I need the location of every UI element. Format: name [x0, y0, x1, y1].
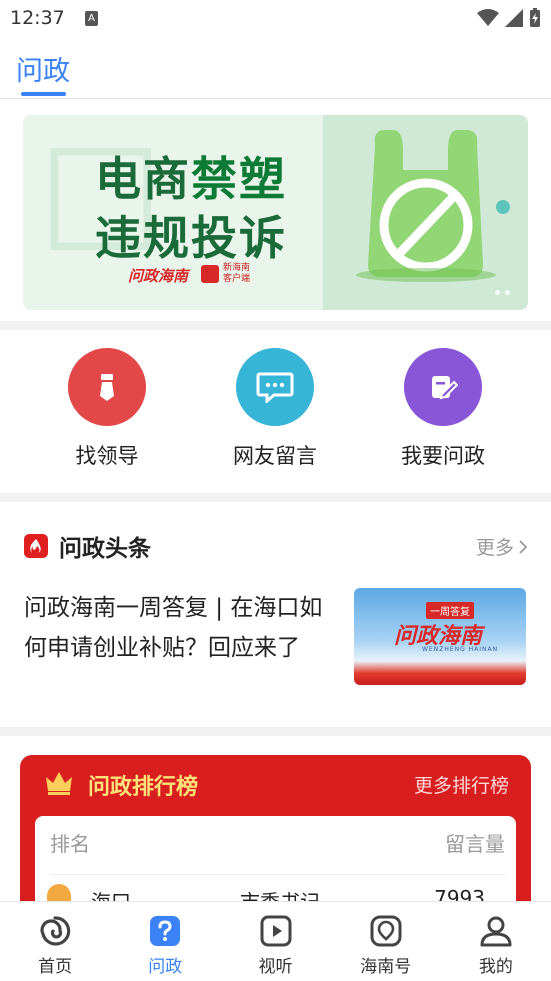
question-bubble-icon: [147, 913, 183, 949]
spiral-home-icon: [37, 913, 73, 949]
wifi-icon: [477, 9, 499, 26]
partner-logo-icon: [201, 265, 219, 283]
quick-action-ask[interactable]: 我要问政: [373, 348, 513, 470]
ranking-title: 问政排行榜: [88, 775, 199, 800]
quick-action-label: 找领导: [75, 444, 139, 468]
nav-wenzheng[interactable]: 问政: [110, 902, 220, 981]
banner-line1-emphasis: 禁塑: [191, 152, 287, 206]
nav-label: 问政: [148, 957, 183, 977]
promo-banner[interactable]: ☐ 电商禁塑 违规投诉 问政海南 新海南客户端: [23, 115, 528, 310]
banner-partner: 新海南客户端: [223, 263, 251, 284]
more-label: 更多: [475, 537, 514, 559]
notification-icon: A: [85, 11, 98, 26]
nav-profile[interactable]: 我的: [441, 902, 551, 981]
nav-label: 海南号: [360, 957, 412, 977]
quick-action-messages[interactable]: 网友留言: [205, 348, 345, 470]
nav-label: 首页: [38, 957, 73, 977]
nav-label: 视听: [258, 957, 293, 977]
signal-icon: [505, 9, 523, 27]
tie-icon: [68, 348, 146, 426]
nav-home[interactable]: 首页: [0, 902, 110, 981]
banner-headline-1: 电商禁塑: [95, 143, 287, 209]
section-divider: [0, 321, 551, 330]
plastic-bag-icon: [356, 130, 510, 282]
col-count: 留言量: [445, 832, 505, 856]
quick-action-find-leader[interactable]: 找领导: [37, 348, 177, 470]
ranking-table-header: 排名 留言量: [50, 828, 505, 875]
col-name: 排名: [50, 832, 90, 856]
headlines-header: 问政头条: [24, 529, 151, 563]
thumb-subtitle: WENZHENG HAINAN: [422, 646, 499, 653]
nav-label: 我的: [478, 957, 513, 977]
chat-bubble-icon: [236, 348, 314, 426]
tab-wenzheng[interactable]: 问政: [16, 49, 70, 88]
status-time: 12:37: [10, 7, 65, 29]
status-bar: 12:37 A: [0, 0, 551, 36]
tab-indicator: [21, 92, 66, 96]
quick-action-label: 网友留言: [233, 444, 317, 468]
chevron-right-icon: [519, 539, 527, 554]
section-divider: [0, 493, 551, 502]
banner-brand-logo: 问政海南: [128, 267, 189, 285]
edit-note-icon: [404, 348, 482, 426]
banner-image-panel: [323, 115, 528, 310]
ranking-more-link[interactable]: 更多排行榜: [414, 771, 509, 798]
carousel-dots: [495, 290, 510, 295]
fire-icon: [24, 534, 48, 558]
quick-action-label: 我要问政: [401, 444, 485, 468]
nav-hainan-hao[interactable]: 海南号: [331, 902, 441, 981]
banner-headline-2: 违规投诉: [95, 211, 287, 265]
user-icon: [478, 913, 514, 949]
banner-line1-prefix: 电商: [95, 152, 191, 206]
headlines-more-link[interactable]: 更多: [476, 533, 527, 560]
nav-video[interactable]: 视听: [220, 902, 330, 981]
crown-icon: [46, 772, 72, 795]
thumb-tag: 一周答复: [426, 602, 474, 619]
location-badge-icon: [368, 913, 404, 949]
top-tab-bar: 问政: [0, 36, 551, 99]
section-divider: [0, 727, 551, 736]
news-thumbnail[interactable]: 一周答复 问政海南 WENZHENG HAINAN: [354, 588, 526, 685]
headlines-title: 问政头条: [59, 536, 151, 562]
battery-icon: [530, 8, 540, 27]
bottom-nav: 首页 问政 视听 海南号 我的: [0, 901, 551, 981]
news-article-title[interactable]: 问政海南一周答复 | 在海口如何申请创业补贴？回应来了: [24, 588, 334, 668]
status-icons: [477, 8, 541, 28]
play-icon: [258, 913, 294, 949]
